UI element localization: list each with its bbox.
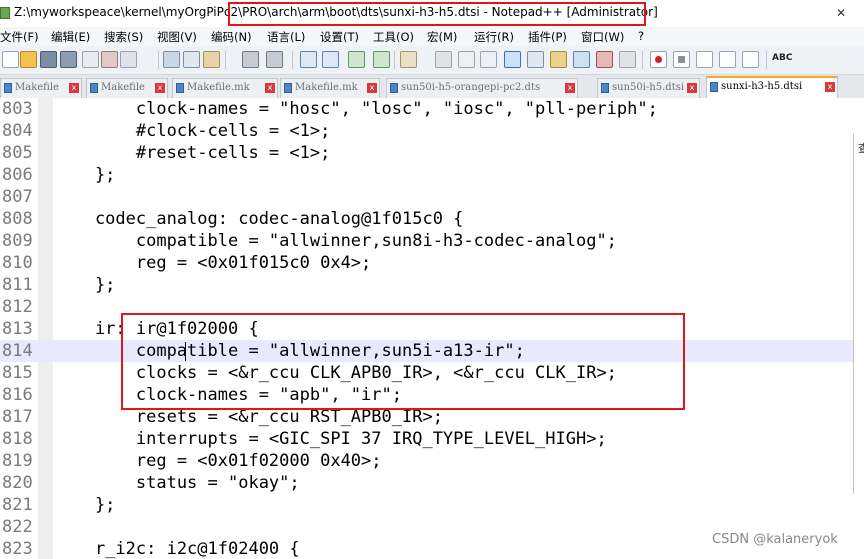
tab-makefile-1[interactable]: Makefile x: [0, 78, 82, 98]
side-panel-label: 查: [858, 142, 864, 155]
close-icon[interactable]: [82, 51, 99, 68]
menu-bar: 文件(F) 编辑(E) 搜索(S) 视图(V) 编码(N) 语言(L) 设置(T…: [0, 27, 864, 46]
tab-close-icon[interactable]: x: [69, 83, 79, 93]
file-icon: [4, 83, 12, 93]
doc-map-icon[interactable]: [527, 51, 544, 68]
stop-square-icon: [678, 56, 685, 63]
code-line[interactable]: 810 reg = <0x01f015c0 0x4>;: [0, 252, 864, 274]
code-line[interactable]: 804 #clock-cells = <1>;: [0, 120, 864, 142]
tab-makefile-2[interactable]: Makefile x: [86, 78, 168, 98]
close-window-button[interactable]: ✕: [836, 6, 846, 20]
code-line[interactable]: 819 reg = <0x01f02000 0x40>;: [0, 450, 864, 472]
zoom-out-icon[interactable]: [373, 51, 390, 68]
udl-icon[interactable]: [504, 51, 521, 68]
tab-makefile-mk-1[interactable]: Makefile.mk x: [172, 78, 278, 98]
file-icon: [90, 83, 98, 93]
stop-macro-icon[interactable]: [673, 51, 690, 68]
save-icon[interactable]: [40, 51, 57, 68]
code-line[interactable]: 820 status = "okay";: [0, 472, 864, 494]
notepad-plus-plus-icon: [0, 7, 10, 19]
code-line[interactable]: 809 compatible = "allwinner,sun8i-h3-cod…: [0, 230, 864, 252]
play-macro-icon[interactable]: [696, 51, 713, 68]
record-macro-icon[interactable]: [650, 51, 667, 68]
toolbar-separator: [766, 51, 767, 69]
tab-close-icon[interactable]: x: [155, 83, 165, 93]
spell-check-icon[interactable]: ABC: [772, 53, 792, 63]
find-icon[interactable]: [300, 51, 317, 68]
word-wrap-icon[interactable]: [435, 51, 452, 68]
new-file-icon[interactable]: [2, 51, 19, 68]
menu-settings[interactable]: 设置(T): [320, 29, 359, 45]
tab-sun50i-h5-dtsi[interactable]: sun50i-h5.dtsi x: [597, 78, 700, 98]
paste-icon[interactable]: [203, 51, 220, 68]
toolbar-separator: [394, 51, 395, 69]
menu-view[interactable]: 视图(V): [157, 29, 197, 45]
open-file-icon[interactable]: [20, 51, 37, 68]
menu-window[interactable]: 窗口(W): [581, 29, 624, 45]
indent-guide-icon[interactable]: [480, 51, 497, 68]
file-icon: [601, 83, 609, 93]
redo-icon[interactable]: [266, 51, 283, 68]
code-line[interactable]: 807: [0, 186, 864, 208]
file-icon: [390, 83, 398, 93]
code-line[interactable]: 803 clock-names = "hosc", "losc", "iosc"…: [0, 98, 864, 120]
function-list-icon[interactable]: [550, 51, 567, 68]
save-macro-icon[interactable]: [742, 51, 759, 68]
tab-makefile-mk-2[interactable]: Makefile.mk x: [280, 78, 380, 98]
menu-run[interactable]: 运行(R): [474, 29, 514, 45]
code-line[interactable]: 811 };: [0, 274, 864, 296]
save-all-icon[interactable]: [60, 51, 77, 68]
menu-search[interactable]: 搜索(S): [104, 29, 143, 45]
tab-sunxi-h3-h5-dtsi[interactable]: sunxi-h3-h5.dtsi x: [706, 76, 838, 98]
monitor-icon[interactable]: [619, 51, 636, 68]
code-annotation-box: [121, 313, 685, 410]
watermark: CSDN @kalaneryok: [712, 532, 838, 547]
zoom-in-icon[interactable]: [348, 51, 365, 68]
close-all-icon[interactable]: [101, 51, 118, 68]
sync-scroll-icon[interactable]: [400, 51, 417, 68]
toolbar-separator: [225, 51, 226, 69]
menu-help[interactable]: ?: [638, 29, 644, 43]
folder-workspace-icon[interactable]: [573, 51, 590, 68]
tab-close-icon[interactable]: x: [367, 83, 377, 93]
tab-close-icon[interactable]: x: [825, 82, 835, 92]
menu-encoding[interactable]: 编码(N): [211, 29, 252, 45]
tab-close-icon[interactable]: x: [265, 83, 275, 93]
replace-icon[interactable]: [322, 51, 339, 68]
tab-close-icon[interactable]: x: [687, 83, 697, 93]
menu-language[interactable]: 语言(L): [267, 29, 305, 45]
record-dot-icon: [655, 56, 662, 63]
tab-sun50i-h5-orangepi-pc2[interactable]: sun50i-h5-orangepi-pc2.dts x: [386, 78, 578, 98]
menu-macro[interactable]: 宏(M): [427, 29, 457, 45]
toolbar: ABC: [0, 46, 864, 75]
code-line[interactable]: 818 interrupts = <GIC_SPI 37 IRQ_TYPE_LE…: [0, 428, 864, 450]
all-characters-icon[interactable]: [458, 51, 475, 68]
menu-edit[interactable]: 编辑(E): [51, 29, 90, 45]
title-annotation-box: [228, 2, 646, 26]
print-icon[interactable]: [120, 51, 137, 68]
undo-icon[interactable]: [242, 51, 259, 68]
code-line[interactable]: 821 };: [0, 494, 864, 516]
file-icon: [176, 83, 184, 93]
cut-icon[interactable]: [163, 51, 180, 68]
toolbar-separator: [158, 51, 159, 69]
code-line[interactable]: 808 codec_analog: codec-analog@1f015c0 {: [0, 208, 864, 230]
code-line[interactable]: 806 };: [0, 164, 864, 186]
copy-icon[interactable]: [183, 51, 200, 68]
file-icon: [710, 82, 718, 92]
toolbar-separator: [642, 51, 643, 69]
menu-file[interactable]: 文件(F): [0, 29, 39, 45]
folder-icon[interactable]: [596, 51, 613, 68]
code-line[interactable]: 805 #reset-cells = <1>;: [0, 142, 864, 164]
side-panel[interactable]: 查: [853, 134, 864, 494]
toolbar-separator: [292, 51, 293, 69]
run-macro-multiple-icon[interactable]: [719, 51, 736, 68]
tab-close-icon[interactable]: x: [565, 83, 575, 93]
tab-bar: Makefile x Makefile x Makefile.mk x Make…: [0, 75, 864, 99]
menu-plugins[interactable]: 插件(P): [528, 29, 567, 45]
title-bar: Z:\myworkspeace\kernel\myOrgPiPc2\PRO\ar…: [0, 0, 864, 27]
file-icon: [284, 83, 292, 93]
menu-tools[interactable]: 工具(O): [373, 29, 414, 45]
